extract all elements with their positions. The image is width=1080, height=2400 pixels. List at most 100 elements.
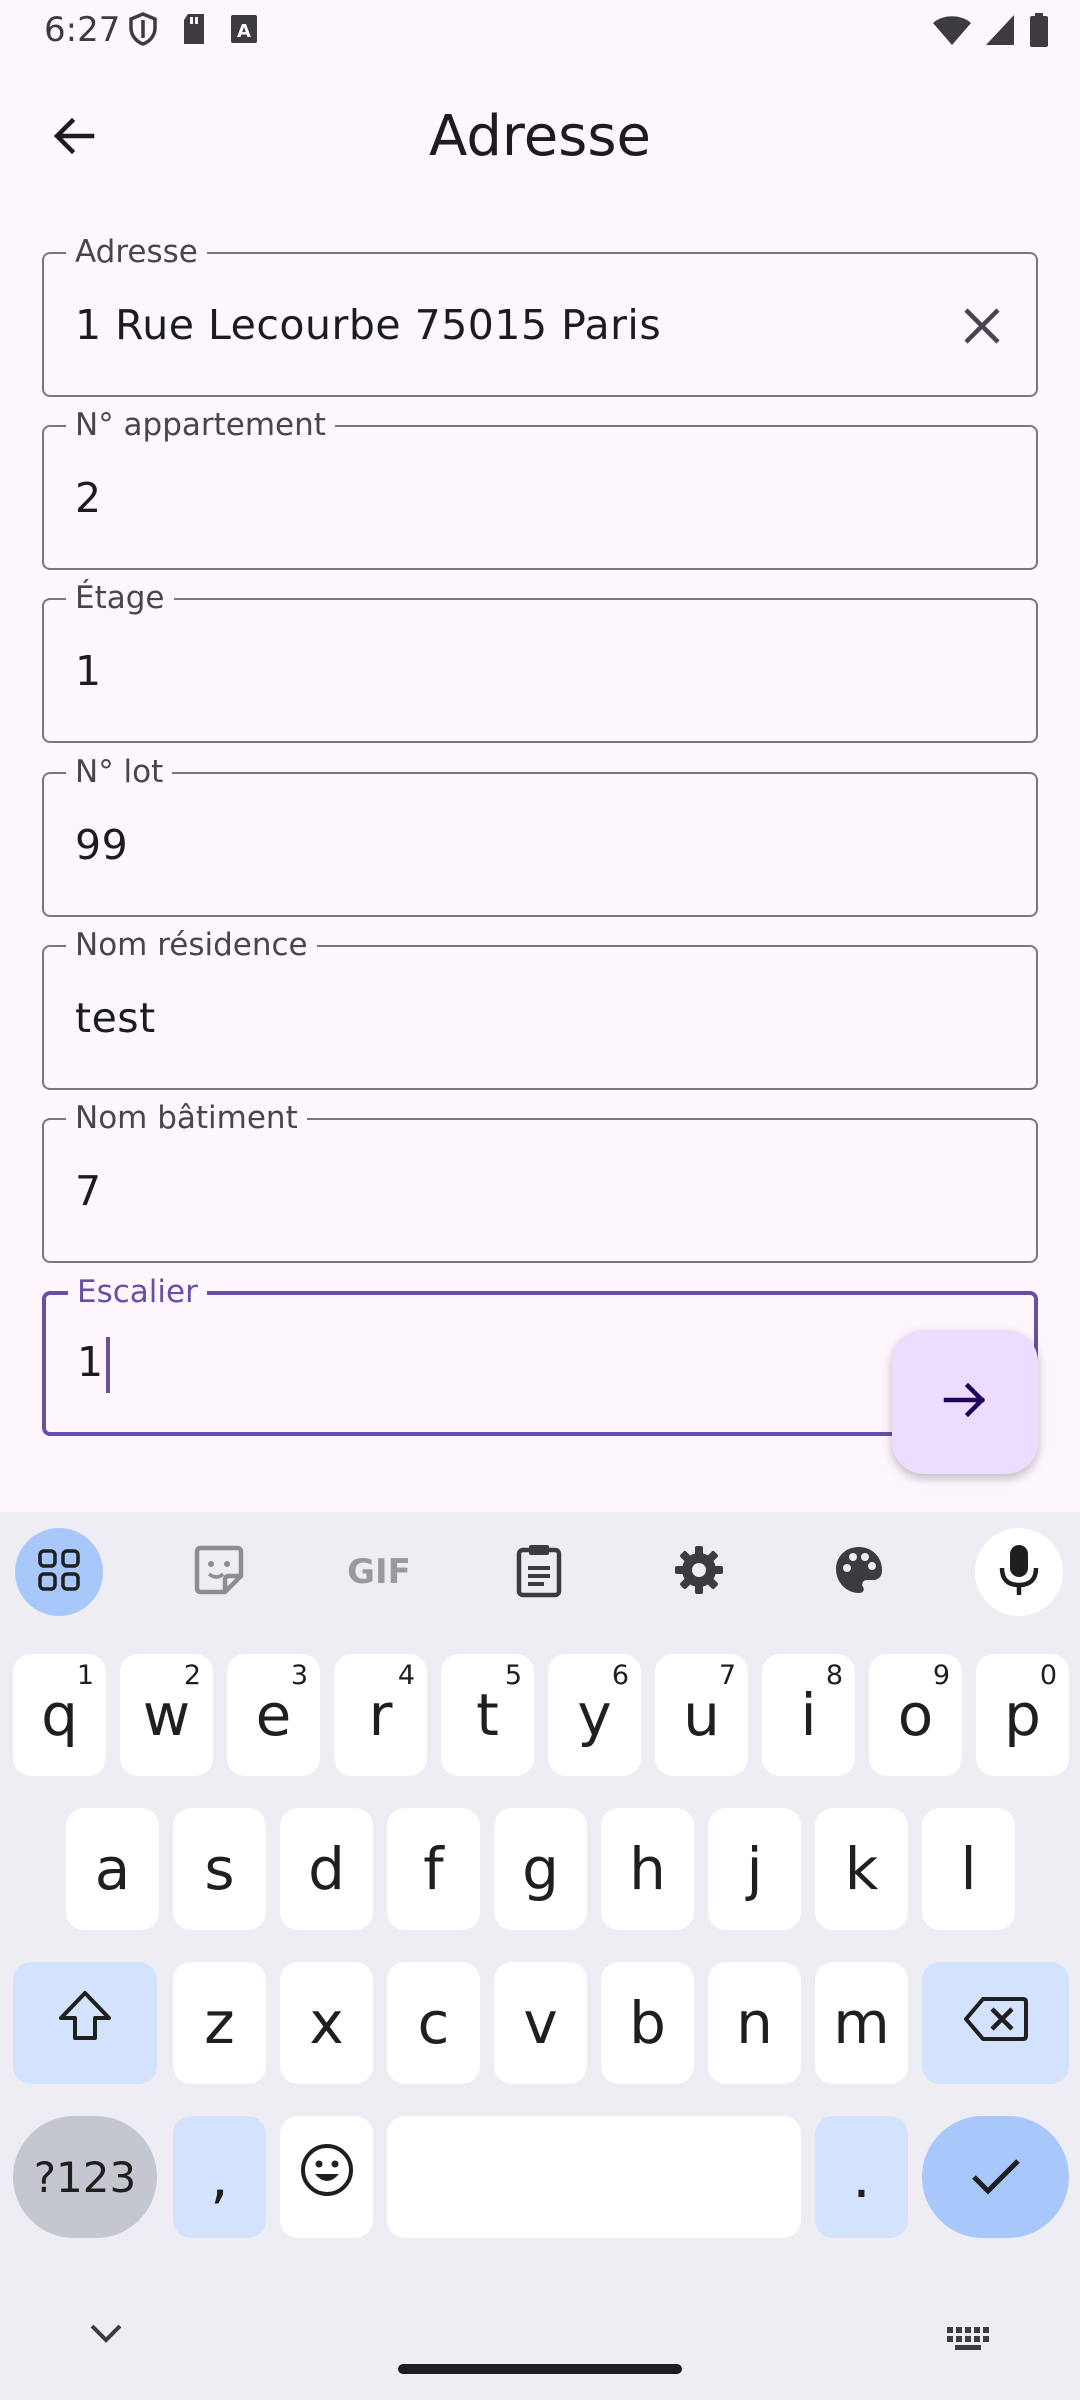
residence-name-label: Nom résidence bbox=[66, 927, 317, 963]
key-hint: 0 bbox=[1039, 1660, 1057, 1691]
palette-icon bbox=[833, 1544, 885, 1600]
residence-name-field[interactable]: Nom résidence test bbox=[42, 927, 1038, 1090]
key-q[interactable]: q1 bbox=[13, 1654, 106, 1776]
key-hint: 9 bbox=[932, 1660, 950, 1691]
apartment-number-value: 2 bbox=[75, 474, 102, 522]
clear-icon[interactable] bbox=[954, 298, 1010, 354]
clipboard-icon bbox=[514, 1542, 564, 1602]
key-hint: 6 bbox=[611, 1660, 629, 1691]
microphone-icon bbox=[997, 1542, 1041, 1602]
apartment-number-field[interactable]: N° appartement 2 bbox=[42, 407, 1038, 570]
key-w[interactable]: w2 bbox=[120, 1654, 213, 1776]
key-label: e bbox=[255, 1681, 292, 1749]
key-y[interactable]: y6 bbox=[548, 1654, 641, 1776]
key-r[interactable]: r4 bbox=[334, 1654, 427, 1776]
home-indicator[interactable] bbox=[398, 2364, 682, 2374]
building-name-value: 7 bbox=[75, 1167, 102, 1215]
key-g[interactable]: g bbox=[494, 1808, 587, 1930]
keyboard: GIF q1 w2 e3 r4 t5 y6 u7 i8 o9 p0 a s d … bbox=[0, 1512, 1080, 2400]
next-button[interactable] bbox=[892, 1330, 1038, 1474]
building-name-field[interactable]: Nom bâtiment 7 bbox=[42, 1100, 1038, 1263]
shift-key[interactable] bbox=[13, 1962, 157, 2084]
key-e[interactable]: e3 bbox=[227, 1654, 320, 1776]
key-hint: 3 bbox=[290, 1660, 308, 1691]
address-field[interactable]: Adresse 1 Rue Lecourbe 75015 Paris bbox=[42, 234, 1038, 397]
keyboard-switch-icon[interactable] bbox=[946, 2326, 992, 2356]
floor-label: Étage bbox=[66, 580, 174, 616]
staircase-value: 1 bbox=[77, 1338, 104, 1386]
key-hint: 1 bbox=[76, 1660, 94, 1691]
gif-label: GIF bbox=[347, 1552, 411, 1592]
key-k[interactable]: k bbox=[815, 1808, 908, 1930]
floor-field[interactable]: Étage 1 bbox=[42, 580, 1038, 743]
key-l[interactable]: l bbox=[922, 1808, 1015, 1930]
status-left-icons: A bbox=[128, 12, 258, 50]
key-d[interactable]: d bbox=[280, 1808, 373, 1930]
enter-key[interactable] bbox=[922, 2116, 1069, 2238]
emoji-icon bbox=[299, 2142, 355, 2212]
staircase-label: Escalier bbox=[68, 1274, 207, 1310]
backspace-key[interactable] bbox=[922, 1962, 1069, 2084]
key-f[interactable]: f bbox=[387, 1808, 480, 1930]
key-h[interactable]: h bbox=[601, 1808, 694, 1930]
key-o[interactable]: o9 bbox=[869, 1654, 962, 1776]
emoji-key[interactable] bbox=[280, 2116, 373, 2238]
key-b[interactable]: b bbox=[601, 1962, 694, 2084]
arrow-forward-icon bbox=[940, 1375, 990, 1429]
key-n[interactable]: n bbox=[708, 1962, 801, 2084]
lot-number-value: 99 bbox=[75, 821, 129, 869]
key-hint: 8 bbox=[825, 1660, 843, 1691]
theme-button[interactable] bbox=[815, 1528, 903, 1616]
hide-keyboard-icon[interactable] bbox=[88, 2322, 124, 2350]
shield-icon bbox=[128, 12, 158, 50]
key-x[interactable]: x bbox=[280, 1962, 373, 2084]
address-value: 1 Rue Lecourbe 75015 Paris bbox=[75, 301, 662, 349]
key-label: w bbox=[142, 1681, 191, 1749]
apps-grid-button[interactable] bbox=[15, 1528, 103, 1616]
sticker-button[interactable] bbox=[175, 1528, 263, 1616]
staircase-value-wrapper: 1 bbox=[77, 1337, 110, 1393]
battery-icon bbox=[1028, 12, 1050, 52]
key-s[interactable]: s bbox=[173, 1808, 266, 1930]
clipboard-button[interactable] bbox=[495, 1528, 583, 1616]
key-label: p bbox=[1004, 1681, 1041, 1749]
keyboard-a-icon: A bbox=[230, 14, 258, 48]
key-v[interactable]: v bbox=[494, 1962, 587, 2084]
key-z[interactable]: z bbox=[173, 1962, 266, 2084]
signal-icon bbox=[984, 13, 1016, 51]
key-j[interactable]: j bbox=[708, 1808, 801, 1930]
key-m[interactable]: m bbox=[815, 1962, 908, 2084]
key-hint: 4 bbox=[397, 1660, 415, 1691]
sd-card-icon bbox=[180, 12, 208, 50]
key-c[interactable]: c bbox=[387, 1962, 480, 2084]
check-icon bbox=[970, 2143, 1022, 2211]
status-time: 6:27 bbox=[44, 10, 121, 50]
voice-input-button[interactable] bbox=[975, 1528, 1063, 1616]
lot-number-field[interactable]: N° lot 99 bbox=[42, 754, 1038, 917]
key-p[interactable]: p0 bbox=[976, 1654, 1069, 1776]
key-hint: 5 bbox=[504, 1660, 522, 1691]
key-a[interactable]: a bbox=[66, 1808, 159, 1930]
key-u[interactable]: u7 bbox=[655, 1654, 748, 1776]
lot-number-label: N° lot bbox=[66, 754, 173, 790]
apartment-number-label: N° appartement bbox=[66, 407, 335, 443]
period-key[interactable]: . bbox=[815, 2116, 908, 2238]
grid-icon bbox=[37, 1548, 81, 1596]
shift-icon bbox=[57, 1988, 113, 2058]
settings-button[interactable] bbox=[655, 1528, 743, 1616]
status-right-icons bbox=[932, 12, 1050, 52]
sticker-icon bbox=[191, 1542, 247, 1602]
symbols-key[interactable]: ?123 bbox=[13, 2116, 157, 2238]
gear-icon bbox=[673, 1544, 725, 1600]
gif-button[interactable]: GIF bbox=[335, 1528, 423, 1616]
floor-value: 1 bbox=[75, 647, 102, 695]
staircase-field[interactable]: Escalier 1 bbox=[42, 1274, 1038, 1436]
comma-key[interactable]: , bbox=[173, 2116, 266, 2238]
key-label: q bbox=[41, 1681, 78, 1749]
key-i[interactable]: i8 bbox=[762, 1654, 855, 1776]
key-t[interactable]: t5 bbox=[441, 1654, 534, 1776]
space-key[interactable] bbox=[387, 2116, 801, 2238]
backspace-icon bbox=[963, 1989, 1029, 2057]
svg-text:A: A bbox=[237, 21, 251, 42]
keyboard-toolbar: GIF bbox=[0, 1512, 1080, 1636]
